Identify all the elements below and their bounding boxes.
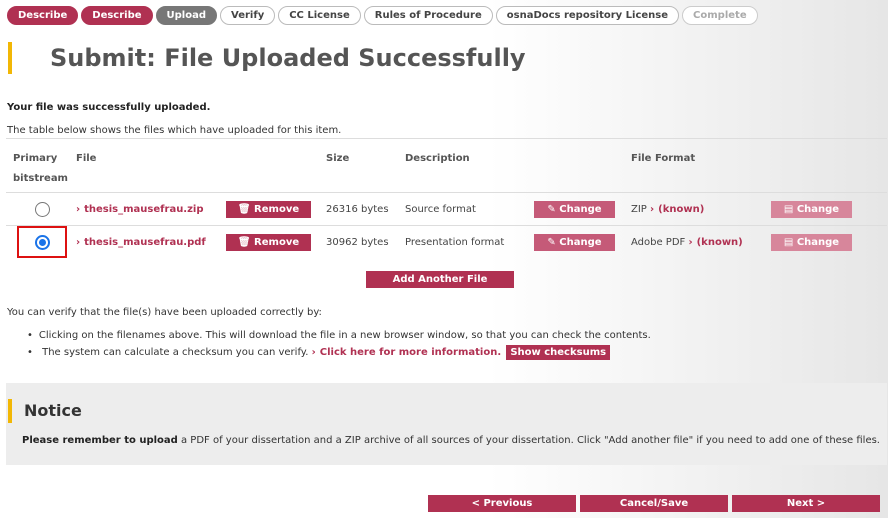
primary-bitstream-radio[interactable] [34, 201, 50, 217]
primary-bitstream-radio[interactable] [34, 234, 50, 250]
document-icon: ▤ [783, 203, 794, 215]
change-description-label: Change [559, 236, 602, 248]
notice-body: a PDF of your dissertation and a ZIP arc… [177, 435, 880, 446]
change-format-button[interactable]: ▤ Change [771, 233, 852, 251]
primary-radio-cell [17, 193, 67, 225]
table-intro: The table below shows the files which ha… [7, 125, 342, 136]
remove-button[interactable]: 🗑 Remove [226, 200, 311, 218]
more-information-link[interactable]: Click here for more information. [320, 347, 501, 358]
change-format-button[interactable]: ▤ Change [771, 200, 852, 218]
add-another-file-button[interactable]: Add Another File [366, 271, 514, 288]
format-known-link[interactable]: (known) [697, 237, 743, 248]
step-describe-1[interactable]: Describe [7, 6, 79, 25]
step-complete: Complete [682, 6, 758, 25]
verify-item-checksum-text: The system can calculate a checksum you … [42, 347, 309, 358]
notice-text: Please remember to upload a PDF of your … [22, 435, 880, 446]
trash-icon: 🗑 [237, 203, 251, 215]
chevron-right-icon: › [688, 236, 693, 248]
navigation-buttons: < Previous Cancel/Save Next > [428, 495, 880, 512]
change-format-label: Change [796, 236, 840, 248]
file-format: ZIP [631, 203, 647, 215]
primary-radio-highlight [17, 226, 67, 259]
step-verify[interactable]: Verify [220, 6, 276, 25]
pencil-icon: ✎ [547, 236, 556, 248]
file-size: 26316 bytes [326, 203, 389, 215]
change-description-button[interactable]: ✎ Change [534, 233, 615, 251]
header-primary-line1: Primary [13, 153, 58, 164]
chevron-right-icon: › [650, 203, 655, 215]
verify-item-checksum: The system can calculate a checksum you … [27, 344, 651, 361]
header-file: File [76, 153, 97, 164]
verify-intro: You can verify that the file(s) have bee… [7, 307, 322, 318]
header-primary: Primary bitstream [6, 139, 76, 193]
previous-button[interactable]: < Previous [428, 495, 576, 512]
remove-button-label: Remove [254, 203, 300, 215]
filename-link[interactable]: thesis_mausefrau.zip [84, 204, 203, 215]
chevron-right-icon: › [311, 347, 316, 358]
cancel-save-button[interactable]: Cancel/Save [580, 495, 728, 512]
verify-item-filenames-text: Clicking on the filenames above. This wi… [38, 330, 651, 341]
header-spacer-3 [771, 139, 887, 193]
step-upload[interactable]: Upload [155, 6, 218, 25]
step-repository-license[interactable]: osnaDocs repository License [495, 6, 680, 25]
notice-box: Notice Please remember to upload a PDF o… [6, 383, 887, 465]
format-known-link[interactable]: (known) [658, 204, 704, 215]
page-title: Submit: File Uploaded Successfully [8, 42, 526, 74]
filename-link[interactable]: thesis_mausefrau.pdf [84, 237, 206, 248]
header-file-format: File Format [631, 153, 696, 164]
header-primary-line2: bitstream [13, 173, 68, 184]
next-button[interactable]: Next > [732, 495, 880, 512]
header-spacer [226, 139, 326, 193]
notice-title: Notice [8, 399, 82, 423]
chevron-right-icon: › [76, 236, 81, 248]
trash-icon: 🗑 [237, 236, 251, 248]
file-format: Adobe PDF [631, 236, 686, 248]
remove-button-label: Remove [254, 236, 300, 248]
header-description: Description [405, 153, 470, 164]
progress-steps: Describe Describe Upload Verify CC Licen… [7, 6, 758, 25]
verify-item-filenames: Clicking on the filenames above. This wi… [27, 327, 651, 344]
change-description-label: Change [559, 203, 602, 215]
header-spacer-2 [534, 139, 631, 193]
notice-bold: Please remember to upload [22, 435, 178, 446]
step-describe-2[interactable]: Describe [81, 6, 153, 25]
file-description: Source format [405, 203, 476, 215]
document-icon: ▤ [783, 236, 794, 248]
verify-list: Clicking on the filenames above. This wi… [27, 327, 651, 361]
step-cc-license[interactable]: CC License [278, 6, 361, 25]
pencil-icon: ✎ [547, 203, 556, 215]
show-checksums-button[interactable]: Show checksums [506, 345, 611, 360]
success-message: Your file was successfully uploaded. [7, 102, 211, 113]
table-row: › thesis_mausefrau.zip 🗑 Remove 26316 byt… [6, 193, 887, 226]
table-header-row: Primary bitstream File Size Description … [6, 138, 887, 193]
table-row: › thesis_mausefrau.pdf 🗑 Remove 30962 byt… [6, 226, 887, 259]
file-size: 30962 bytes [326, 236, 389, 248]
change-description-button[interactable]: ✎ Change [534, 200, 615, 218]
change-format-label: Change [796, 203, 840, 215]
chevron-right-icon: › [76, 203, 81, 215]
remove-button[interactable]: 🗑 Remove [226, 233, 311, 251]
uploaded-files-table: Primary bitstream File Size Description … [6, 138, 887, 259]
step-rules-of-procedure[interactable]: Rules of Procedure [363, 6, 493, 25]
header-size: Size [326, 153, 350, 164]
file-description: Presentation format [405, 236, 505, 248]
